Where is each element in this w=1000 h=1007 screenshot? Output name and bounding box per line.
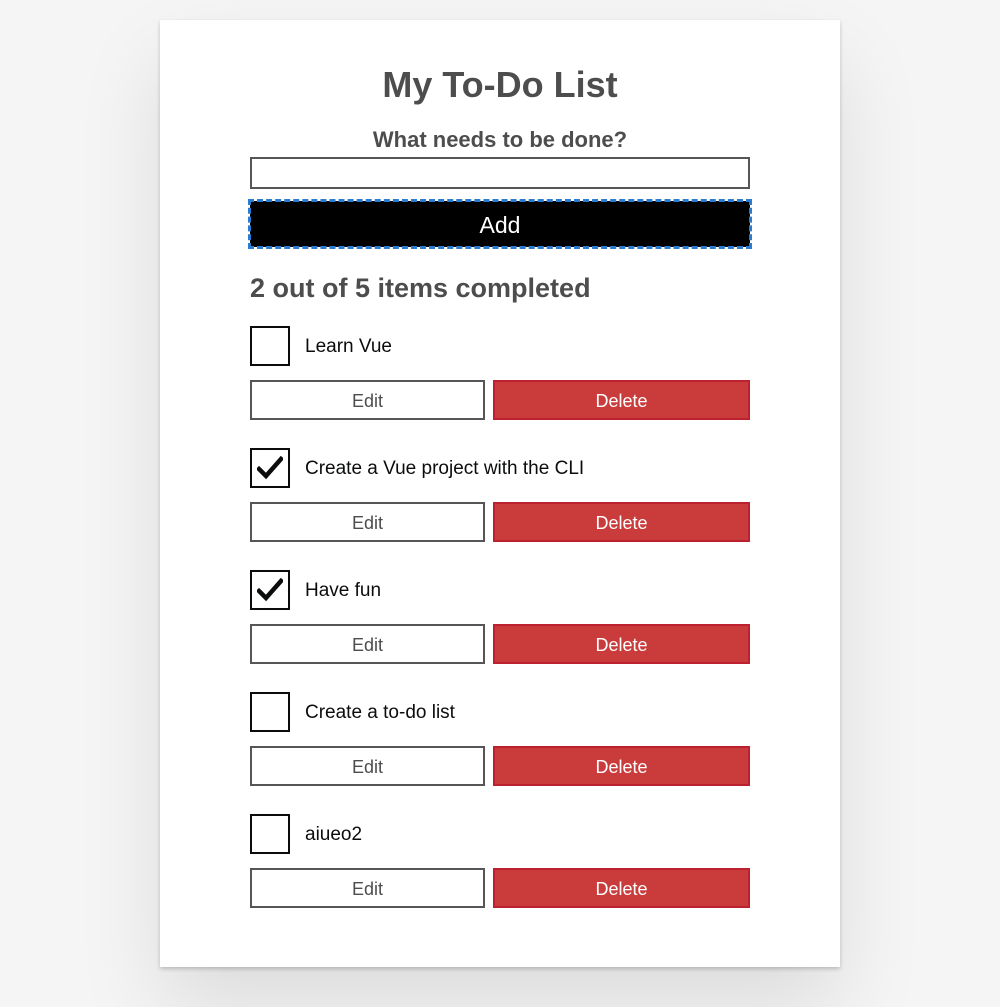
edit-button[interactable]: Edit	[250, 868, 485, 908]
todo-checkbox[interactable]	[250, 448, 290, 488]
edit-button[interactable]: Edit	[250, 746, 485, 786]
todo-label: Create a to-do list	[305, 702, 455, 723]
delete-button[interactable]: Delete	[493, 868, 750, 908]
todo-checkbox[interactable]	[250, 692, 290, 732]
todo-label: Have fun	[305, 580, 382, 601]
check-icon	[257, 456, 283, 480]
delete-button[interactable]: Delete	[493, 502, 750, 542]
app-card: My To-Do List What needs to be done? Add…	[160, 20, 840, 967]
check-icon	[257, 578, 283, 602]
todo-item: Have fun Edit Delete	[250, 570, 750, 666]
todo-item: Create a Vue project with the CLI Edit D…	[250, 448, 750, 544]
new-todo-label: What needs to be done?	[372, 127, 628, 152]
delete-button[interactable]: Delete	[493, 624, 750, 664]
add-button[interactable]: Add	[248, 199, 752, 249]
todo-label: Learn Vue	[305, 336, 392, 357]
edit-button[interactable]: Edit	[250, 502, 485, 542]
todo-item: Create a to-do list Edit Delete	[250, 692, 750, 788]
edit-button[interactable]: Edit	[250, 380, 485, 420]
todo-item: aiueo2 Edit Delete	[250, 814, 750, 910]
delete-button[interactable]: Delete	[493, 380, 750, 420]
list-summary: 2 out of 5 items completed	[250, 273, 591, 303]
todo-label: aiueo2	[305, 824, 363, 845]
todo-checkbox[interactable]	[250, 570, 290, 610]
todo-label: Create a Vue project with the CLI	[305, 458, 585, 479]
todo-checkbox[interactable]	[250, 326, 290, 366]
delete-button[interactable]: Delete	[493, 746, 750, 786]
app-title: My To-Do List	[382, 64, 618, 105]
todo-item: Learn Vue Edit Delete	[250, 326, 750, 422]
edit-button[interactable]: Edit	[250, 624, 485, 664]
new-todo-input[interactable]	[250, 157, 750, 189]
todo-checkbox[interactable]	[250, 814, 290, 854]
